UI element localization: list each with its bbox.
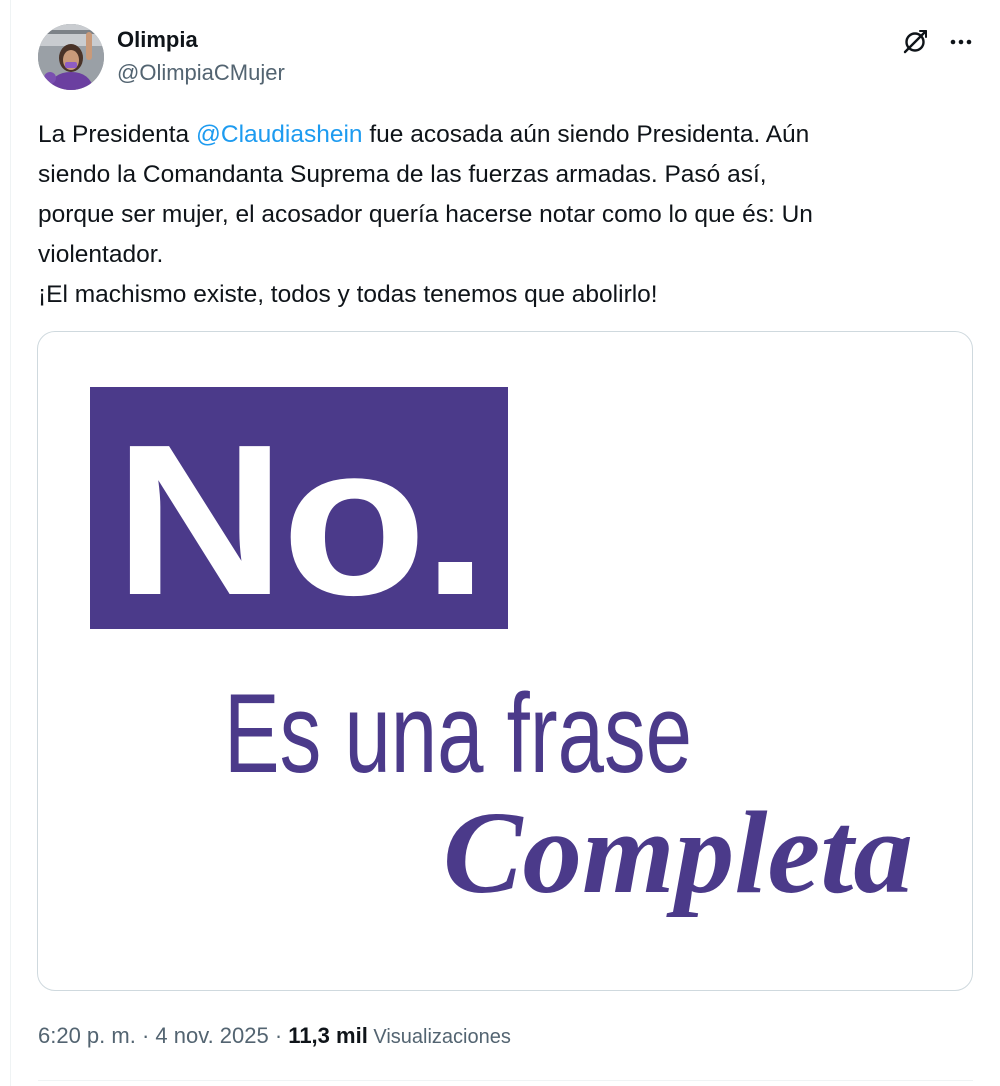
mention-link[interactable]: @Claudiashein: [196, 121, 363, 148]
timestamp[interactable]: 6:20 p. m. · 4 nov. 2025 ·: [38, 1023, 288, 1048]
tweet: Olimpia @OlimpiaCMujer La Presidenta @Cl…: [0, 0, 1000, 1086]
box-no-text: No.: [114, 399, 484, 640]
more-horizontal-icon[interactable]: [946, 27, 976, 57]
media-graphic: No. Es una frase Completa: [90, 387, 913, 918]
tweet-text-segment: La Presidenta: [38, 121, 196, 148]
avatar-photo: [38, 24, 104, 90]
divider: [38, 1080, 973, 1081]
tweet-text-line-4: violentador.: [38, 241, 164, 268]
tweet-text-segment: fue acosada aún siendo Presidenta. Aún: [362, 121, 810, 148]
author-display-name[interactable]: Olimpia: [117, 26, 198, 54]
tweet-text-line-3: porque ser mujer, el acosador quería hac…: [38, 201, 813, 228]
tweet-text-line-2: siendo la Comandanta Suprema de las fuer…: [38, 161, 767, 188]
author-handle[interactable]: @OlimpiaCMujer: [117, 59, 285, 87]
views-count: 11,3 mil: [288, 1023, 368, 1048]
tweet-media-image[interactable]: No. Es una frase Completa: [37, 331, 973, 991]
phrase-line-2: Completa: [443, 787, 913, 918]
phrase-line-1: Es una frase: [224, 671, 692, 796]
views-label: Visualizaciones: [367, 1026, 511, 1048]
avatar[interactable]: [38, 24, 104, 90]
tweet-text-line-1: La Presidenta @Claudiashein fue acosada …: [38, 115, 973, 155]
tweet-text-line-5: ¡El machismo existe, todos y todas tenem…: [38, 281, 658, 308]
grok-slash-icon[interactable]: [900, 27, 930, 57]
tweet-meta: 6:20 p. m. · 4 nov. 2025 · 11,3 mil Visu…: [38, 1021, 511, 1052]
tweet-text: La Presidenta @Claudiashein fue acosada …: [38, 115, 973, 315]
